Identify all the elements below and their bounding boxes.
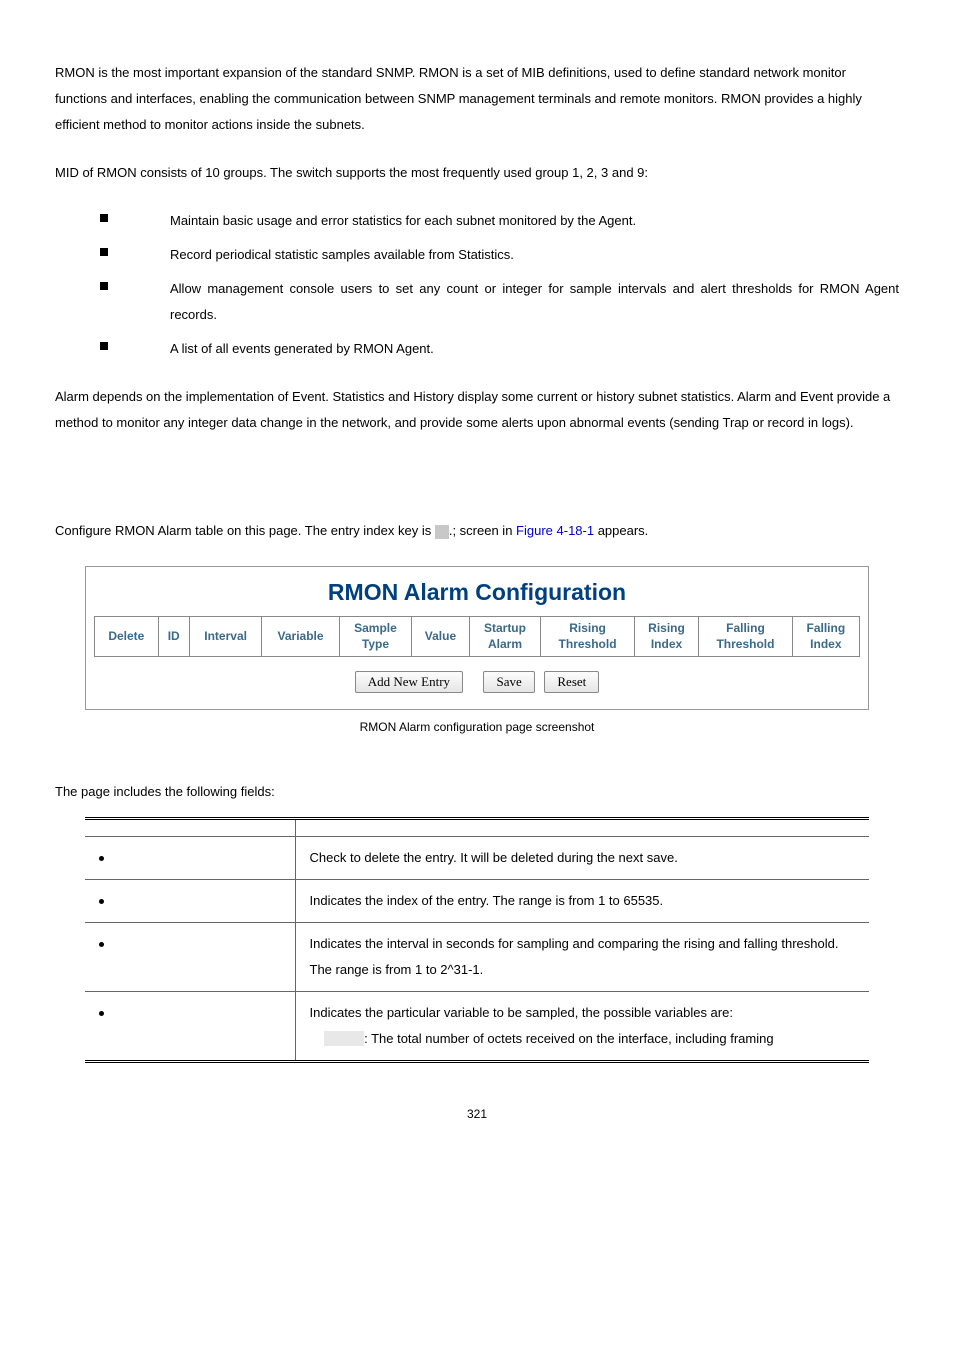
fields-header-description xyxy=(295,819,869,837)
fields-intro: The page includes the following fields: xyxy=(55,784,899,799)
paragraph-configure: Configure RMON Alarm table on this page.… xyxy=(55,518,899,544)
fields-table: Check to delete the entry. It will be de… xyxy=(85,817,869,1063)
square-bullet-icon xyxy=(100,248,108,256)
field-row-desc: Indicates the interval in seconds for sa… xyxy=(295,923,869,992)
bullet-item: Maintain basic usage and error statistic… xyxy=(100,208,899,234)
col-delete: Delete xyxy=(95,617,159,657)
col-variable: Variable xyxy=(262,617,339,657)
figure-caption: RMON Alarm configuration page screenshot xyxy=(55,720,899,734)
save-button[interactable]: Save xyxy=(483,671,534,693)
field-row-desc: Indicates the particular variable to be … xyxy=(295,992,869,1062)
group-bullet-list: Maintain basic usage and error statistic… xyxy=(100,208,899,362)
field-row-label xyxy=(85,923,295,992)
figure-title: RMON Alarm Configuration xyxy=(94,579,860,606)
col-sample-type: SampleType xyxy=(339,617,412,657)
field-row-desc: Indicates the index of the entry. The ra… xyxy=(295,880,869,923)
square-bullet-icon xyxy=(100,214,108,222)
square-bullet-icon xyxy=(100,342,108,350)
bullet-item: A list of all events generated by RMON A… xyxy=(100,336,899,362)
rmon-alarm-table: Delete ID Interval Variable SampleType V… xyxy=(94,616,860,657)
field-row-label xyxy=(85,880,295,923)
col-id: ID xyxy=(158,617,189,657)
reset-button[interactable]: Reset xyxy=(544,671,599,693)
figure-rmon-alarm-config: RMON Alarm Configuration Delete ID Inter… xyxy=(85,566,869,710)
redacted-label xyxy=(324,1031,364,1046)
page-number: 321 xyxy=(55,1107,899,1121)
paragraph-mid-groups: MID of RMON consists of 10 groups. The s… xyxy=(55,160,899,186)
bullet-item: Record periodical statistic samples avai… xyxy=(100,242,899,268)
paragraph-intro: RMON is the most important expansion of … xyxy=(55,60,899,138)
redacted-mark xyxy=(435,525,449,539)
dot-bullet-icon xyxy=(99,856,104,861)
col-falling-threshold: FallingThreshold xyxy=(699,617,792,657)
col-startup-alarm: StartupAlarm xyxy=(469,617,541,657)
col-interval: Interval xyxy=(189,617,262,657)
col-rising-threshold: RisingThreshold xyxy=(541,617,634,657)
col-rising-index: RisingIndex xyxy=(634,617,699,657)
square-bullet-icon xyxy=(100,282,108,290)
fields-header-object xyxy=(85,819,295,837)
add-new-entry-button[interactable]: Add New Entry xyxy=(355,671,463,693)
field-row-desc: Check to delete the entry. It will be de… xyxy=(295,837,869,880)
field-row-label xyxy=(85,837,295,880)
figure-reference: Figure 4-18-1 xyxy=(516,523,594,538)
field-row-label xyxy=(85,992,295,1062)
dot-bullet-icon xyxy=(99,942,104,947)
dot-bullet-icon xyxy=(99,899,104,904)
col-value: Value xyxy=(412,617,469,657)
col-falling-index: FallingIndex xyxy=(792,617,859,657)
dot-bullet-icon xyxy=(99,1011,104,1016)
bullet-item: Allow management console users to set an… xyxy=(100,276,899,328)
paragraph-alarm-depends: Alarm depends on the implementation of E… xyxy=(55,384,899,436)
